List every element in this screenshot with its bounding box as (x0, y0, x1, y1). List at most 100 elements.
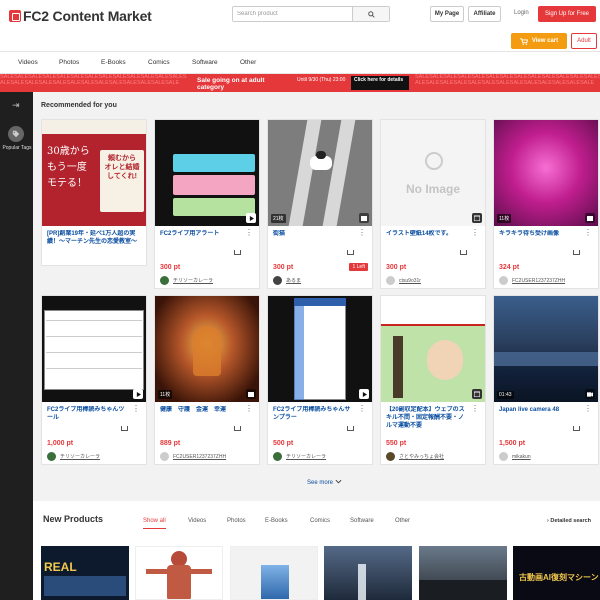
product-card[interactable]: 11枚 キラキラ待ち受け画像 ⋮ 324 pt FC2USER1237237ZH… (493, 119, 599, 289)
more-options-icon[interactable]: ⋮ (245, 405, 253, 413)
login-link[interactable]: Login (514, 10, 529, 16)
signup-button[interactable]: Sign Up for Free (538, 6, 596, 22)
nav-videos[interactable]: Videos (18, 59, 38, 66)
new-product-thumbnail[interactable] (230, 546, 318, 600)
sale-detail-button[interactable]: Click here for details (351, 76, 409, 90)
product-thumbnail[interactable]: 21枚 (268, 120, 372, 226)
photo-icon (359, 213, 369, 223)
tab-show-all[interactable]: Show all (143, 518, 166, 529)
product-thumbnail[interactable] (381, 296, 485, 402)
popular-tags-button[interactable] (8, 126, 24, 142)
product-title[interactable]: 街猫 (273, 230, 353, 238)
more-options-icon[interactable]: ⋮ (584, 229, 592, 237)
chevron-right-icon: › (547, 518, 549, 524)
seller-name[interactable]: チリソーカレーラ (286, 453, 326, 460)
seller-name[interactable]: さとやみっちょ会社 (399, 453, 444, 460)
nav-other[interactable]: Other (240, 59, 256, 66)
sale-pattern-left: SALESALESALESALESALESALESALESALESALESALE… (0, 74, 187, 86)
search-input[interactable] (233, 7, 352, 21)
tab-videos[interactable]: Videos (188, 518, 206, 524)
more-options-icon[interactable]: ⋮ (358, 229, 366, 237)
chevron-down-icon (335, 479, 342, 484)
sale-banner[interactable]: SALESALESALESALESALESALESALESALESALESALE… (0, 74, 600, 92)
more-options-icon[interactable]: ⋮ (584, 405, 592, 413)
sidebar-expand-icon[interactable]: ⇥ (12, 100, 20, 111)
product-card[interactable]: 30歳から もう一度 モテる！ 頼むから オレと結婚 してくれ! [PR]創業19年・延… (41, 119, 147, 266)
nav-comics[interactable]: Comics (148, 59, 170, 66)
image-count: 11枚 (497, 214, 512, 223)
seller-info[interactable]: チリソーカレーラ (47, 452, 100, 461)
product-thumbnail[interactable]: 11枚 (494, 120, 598, 226)
seller-info[interactable]: mikakun (499, 452, 531, 461)
seller-info[interactable]: ctsu9o31r (386, 276, 421, 285)
adult-toggle-button[interactable]: Adult (571, 33, 597, 49)
seller-name[interactable]: あるま (286, 277, 301, 284)
seller-info[interactable]: FC2USER1237237ZHH (499, 276, 565, 285)
product-title[interactable]: 健康 守護 金運 幸運 (160, 406, 240, 414)
product-title[interactable]: キラキラ待ち受け画像 (499, 230, 579, 238)
site-logo[interactable]: FC2 Content Market (9, 7, 152, 25)
seller-info[interactable]: FC2USER1237237ZHH (160, 452, 226, 461)
product-thumbnail[interactable]: 30歳から もう一度 モテる！ 頼むから オレと結婚 してくれ! (42, 120, 146, 226)
seller-name[interactable]: ctsu9o31r (399, 278, 421, 284)
product-card[interactable]: FC2ライブ用棒読みちゃんツール ⋮ 1,000 pt チリソーカレーラ (41, 295, 147, 465)
site-header: FC2 Content Market My Page Affiliate Log… (0, 0, 600, 52)
product-thumbnail[interactable]: 01:43 (494, 296, 598, 402)
tab-software[interactable]: Software (350, 518, 374, 524)
nav-photos[interactable]: Photos (59, 59, 79, 66)
product-thumbnail[interactable]: 11枚 (155, 296, 259, 402)
seller-info[interactable]: さとやみっちょ会社 (386, 452, 444, 461)
more-options-icon[interactable]: ⋮ (471, 229, 479, 237)
nav-software[interactable]: Software (192, 59, 218, 66)
product-title[interactable]: FC2ライブ用棒読みちゃんツール (47, 406, 127, 422)
product-card[interactable]: FC2ライブ用アラート ⋮ 300 pt チリソーカレーラ (154, 119, 260, 289)
more-options-icon[interactable]: ⋮ (245, 229, 253, 237)
seller-info[interactable]: チリソーカレーラ (160, 276, 213, 285)
tab-other[interactable]: Other (395, 518, 410, 524)
play-icon (246, 213, 256, 223)
more-options-icon[interactable]: ⋮ (358, 405, 366, 413)
new-product-thumbnail[interactable]: 古動画AI復刻マシーン (513, 546, 600, 600)
product-card[interactable]: FC2ライブ用棒読みちゃんサンプラー ⋮ 500 pt チリソーカレーラ (267, 295, 373, 465)
seller-name[interactable]: mikakun (512, 454, 531, 460)
product-title[interactable]: イラスト壁紙14枚です。 (386, 230, 466, 238)
new-product-thumbnail[interactable]: REAL (41, 546, 129, 600)
nav-ebooks[interactable]: E-Books (101, 59, 126, 66)
avatar (273, 276, 282, 285)
new-product-thumbnail[interactable] (419, 546, 507, 600)
see-more-link[interactable]: See more (307, 479, 342, 486)
product-thumbnail[interactable] (42, 296, 146, 402)
new-product-thumbnail[interactable] (135, 546, 223, 600)
popular-tags-label[interactable]: Popular Tags (2, 145, 32, 152)
product-card[interactable]: 11枚 健康 守護 金運 幸運 ⋮ 889 pt FC2USER1237237Z… (154, 295, 260, 465)
affiliate-button[interactable]: Affiliate (468, 6, 501, 22)
product-thumbnail[interactable]: No Image (381, 120, 485, 226)
seller-info[interactable]: あるま (273, 276, 301, 285)
tab-comics[interactable]: Comics (310, 518, 330, 524)
product-card[interactable]: 【20副収定配本】ウェブのスキル不問・固定報酬不要・ノルマ運動不要 ⋮ 550 … (380, 295, 486, 465)
product-title[interactable]: [PR]創業19年・延べ1万人超の実績！〜マーチン先生の恋愛教室〜 (47, 230, 143, 246)
tab-photos[interactable]: Photos (227, 518, 246, 524)
seller-name[interactable]: チリソーカレーラ (173, 277, 213, 284)
new-product-thumbnail[interactable] (324, 546, 412, 600)
seller-info[interactable]: チリソーカレーラ (273, 452, 326, 461)
product-title[interactable]: Japan live camera 48 (499, 406, 579, 414)
seller-name[interactable]: チリソーカレーラ (60, 453, 100, 460)
more-options-icon[interactable]: ⋮ (132, 405, 140, 413)
product-title[interactable]: FC2ライブ用アラート (160, 230, 240, 238)
view-cart-button[interactable]: View cart (511, 33, 567, 49)
product-title[interactable]: 【20副収定配本】ウェブのスキル不問・固定報酬不要・ノルマ運動不要 (386, 406, 466, 430)
product-thumbnail[interactable] (268, 296, 372, 402)
my-page-button[interactable]: My Page (430, 6, 464, 22)
tab-ebooks[interactable]: E-Books (265, 518, 288, 524)
product-thumbnail[interactable] (155, 120, 259, 226)
product-title[interactable]: FC2ライブ用棒読みちゃんサンプラー (273, 406, 353, 422)
search-button[interactable] (352, 7, 389, 21)
seller-name[interactable]: FC2USER1237237ZHH (173, 454, 226, 460)
product-card[interactable]: 21枚 街猫 ⋮ 300 pt 1 Left あるま (267, 119, 373, 289)
product-card[interactable]: 01:43 Japan live camera 48 ⋮ 1,500 pt mi… (493, 295, 599, 465)
seller-name[interactable]: FC2USER1237237ZHH (512, 278, 565, 284)
product-card[interactable]: No Image イラスト壁紙14枚です。 ⋮ 300 pt ctsu9o31r (380, 119, 486, 289)
more-options-icon[interactable]: ⋮ (471, 405, 479, 413)
detailed-search-link[interactable]: › Detailed search (547, 518, 591, 524)
